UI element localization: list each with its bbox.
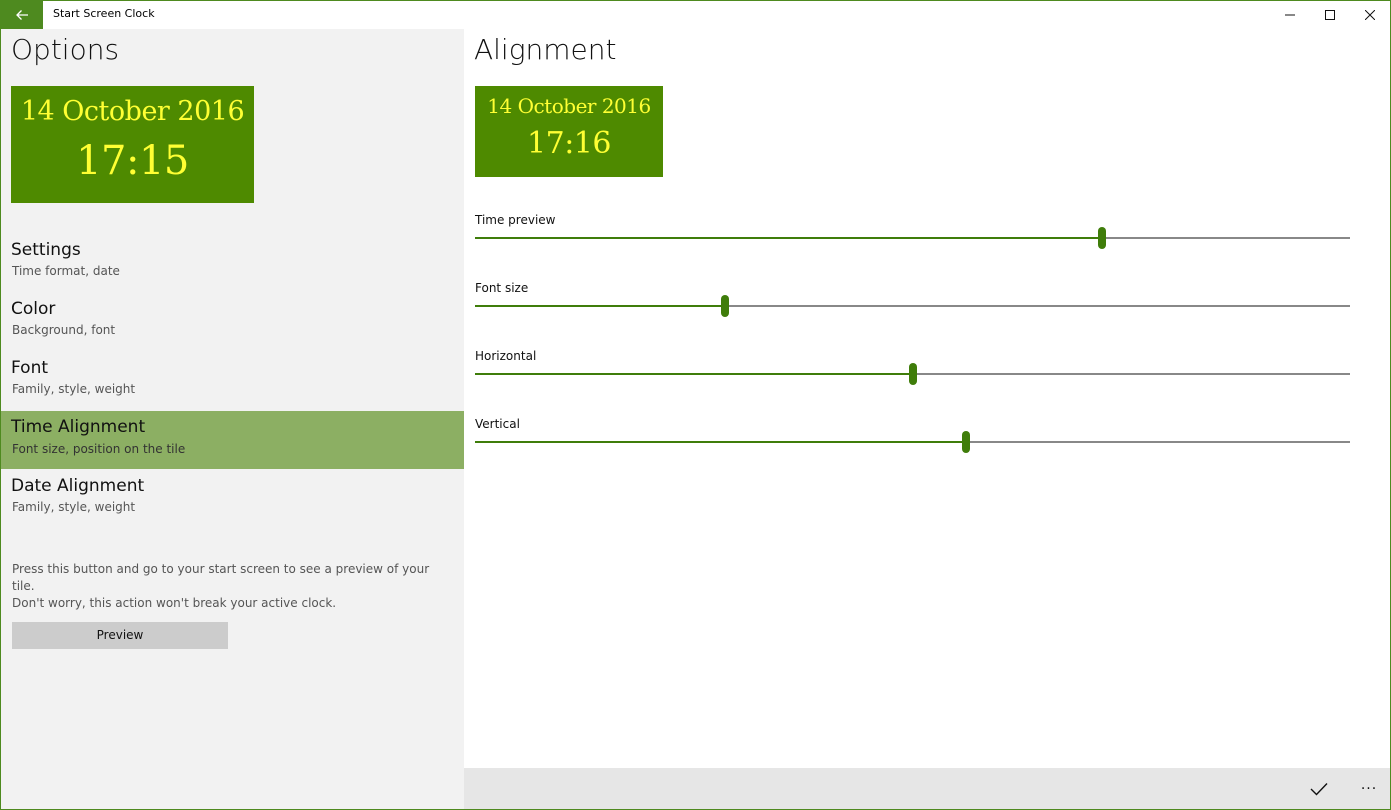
nav-item-label: Date Alignment bbox=[11, 476, 145, 496]
preview-button[interactable]: Preview bbox=[12, 622, 228, 649]
maximize-icon bbox=[1325, 10, 1335, 20]
clock-tile-preview: 14 October 2016 17:15 bbox=[11, 86, 254, 203]
vertical-slider: Vertical bbox=[475, 417, 1350, 467]
checkmark-icon bbox=[1310, 783, 1328, 796]
nav-item-label: Color bbox=[11, 299, 56, 319]
slider-fill bbox=[475, 237, 1103, 239]
tile-date: 14 October 2016 bbox=[20, 96, 245, 127]
slider-label: Vertical bbox=[475, 417, 520, 431]
nav-item-label: Font bbox=[11, 358, 49, 378]
nav-item-date-alignment[interactable]: Date Alignment Family, style, weight bbox=[1, 472, 464, 530]
nav-item-description: Time format, date bbox=[12, 264, 120, 278]
slider-track[interactable] bbox=[475, 295, 1350, 317]
nav-item-label: Time Alignment bbox=[11, 417, 146, 437]
nav-item-label: Settings bbox=[11, 240, 81, 260]
back-button[interactable] bbox=[1, 1, 43, 29]
help-text-line: Press this button and go to your start s… bbox=[12, 562, 430, 593]
nav-item-color[interactable]: Color Background, font bbox=[1, 295, 464, 353]
title-bar: Start Screen Clock bbox=[1, 1, 1390, 29]
slider-fill bbox=[475, 373, 913, 375]
minimize-button[interactable] bbox=[1270, 1, 1310, 29]
clock-tile-live-preview: 14 October 2016 17:16 bbox=[475, 86, 663, 177]
more-button[interactable]: ··· bbox=[1354, 776, 1384, 802]
alignment-pane: Alignment 14 October 2016 17:16 Time pre… bbox=[464, 29, 1390, 769]
slider-thumb[interactable] bbox=[1098, 227, 1107, 249]
alignment-heading: Alignment bbox=[474, 33, 617, 66]
nav-item-description: Family, style, weight bbox=[12, 382, 136, 396]
nav-item-description: Font size, position on the tile bbox=[12, 442, 186, 456]
options-heading: Options bbox=[11, 33, 120, 66]
slider-thumb[interactable] bbox=[721, 295, 730, 317]
font-size-slider: Font size bbox=[475, 281, 1350, 331]
slider-thumb[interactable] bbox=[908, 363, 917, 385]
tile-time: 17:15 bbox=[76, 138, 189, 184]
slider-thumb[interactable] bbox=[961, 431, 970, 453]
more-icon: ··· bbox=[1360, 781, 1378, 797]
slider-track[interactable] bbox=[475, 363, 1350, 385]
back-arrow-icon bbox=[16, 10, 28, 20]
tile-date: 14 October 2016 bbox=[487, 94, 651, 118]
tile-time: 17:16 bbox=[527, 126, 611, 161]
slider-fill bbox=[475, 441, 966, 443]
slider-track[interactable] bbox=[475, 227, 1350, 249]
slider-label: Time preview bbox=[475, 213, 556, 227]
close-button[interactable] bbox=[1350, 1, 1390, 29]
horizontal-slider: Horizontal bbox=[475, 349, 1350, 399]
nav-item-description: Background, font bbox=[12, 323, 116, 337]
preview-help-text: Press this button and go to your start s… bbox=[12, 561, 452, 612]
nav-item-time-alignment[interactable]: Time Alignment Font size, position on th… bbox=[1, 411, 464, 469]
slider-label: Font size bbox=[475, 281, 529, 295]
slider-fill bbox=[475, 305, 726, 307]
maximize-button[interactable] bbox=[1310, 1, 1350, 29]
nav-item-font[interactable]: Font Family, style, weight bbox=[1, 354, 464, 412]
app-window: Start Screen Clock Options 14 October 20… bbox=[0, 0, 1391, 810]
time-preview-slider: Time preview bbox=[475, 213, 1350, 263]
app-title: Start Screen Clock bbox=[53, 7, 155, 20]
help-text-line: Don't worry, this action won't break you… bbox=[12, 596, 337, 610]
close-icon bbox=[1365, 10, 1375, 20]
minimize-icon bbox=[1285, 14, 1295, 16]
options-pane: Options 14 October 2016 17:15 Settings T… bbox=[1, 29, 464, 809]
slider-label: Horizontal bbox=[475, 349, 537, 363]
accept-button[interactable] bbox=[1304, 776, 1334, 802]
nav-item-settings[interactable]: Settings Time format, date bbox=[1, 236, 464, 294]
command-bar: ··· bbox=[464, 768, 1390, 809]
slider-track[interactable] bbox=[475, 431, 1350, 453]
nav-item-description: Family, style, weight bbox=[12, 500, 136, 514]
